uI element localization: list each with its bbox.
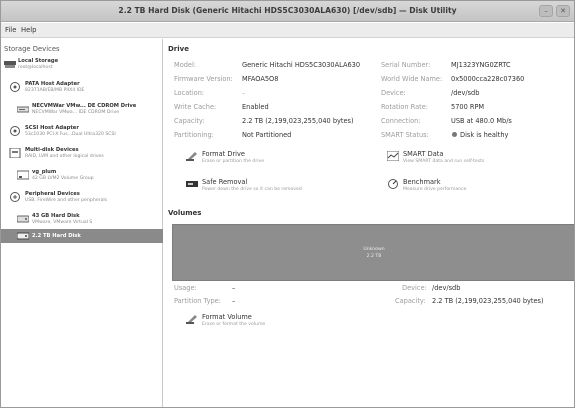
sidebar-item-title: Peripheral Devices xyxy=(25,191,80,197)
format-drive-title: Format Drive xyxy=(202,150,245,158)
device-label: Device: xyxy=(381,89,406,97)
format-volume-icon xyxy=(186,315,197,324)
safe-removal-title: Safe Removal xyxy=(202,178,248,186)
sidebar-item-scsi-adapter[interactable]: SCSI Host Adapter 53c1030 PCI-X Fus...Du… xyxy=(1,124,163,144)
sidebar-item-title: Multi-disk Devices xyxy=(25,147,79,153)
smart-data-title: SMART Data xyxy=(403,150,444,158)
model-label: Model: xyxy=(174,61,197,69)
firmware-value: MFAOA5O8 xyxy=(242,75,279,83)
disk-utility-window: 2.2 TB Hard Disk (Generic Hitachi HDS5C3… xyxy=(0,0,575,408)
hard-disk-icon xyxy=(17,232,29,240)
sidebar-item-title: 2.2 TB Hard Disk xyxy=(32,233,81,239)
smart-data-desc: View SMART data and run self-tests xyxy=(403,159,485,164)
sidebar-item-title: NECVMWar VMw... DE CDROM Drive xyxy=(32,103,137,109)
partitioning-value: Not Partitioned xyxy=(242,131,292,139)
hard-disk-icon xyxy=(17,215,29,223)
minimize-button[interactable]: – xyxy=(539,5,553,17)
server-icon xyxy=(4,61,16,68)
benchmark-desc: Measure drive performance xyxy=(403,187,467,192)
smart-status-value: Disk is healthy xyxy=(460,131,509,139)
usage-value: – xyxy=(232,284,236,292)
volume-capacity-value: 2.2 TB (2,199,023,255,040 bytes) xyxy=(432,297,544,305)
sidebar-item-subtitle: 42 GB LVM2 Volume Group xyxy=(32,176,94,181)
optical-drive-icon xyxy=(17,106,29,113)
write-cache-label: Write Cache: xyxy=(174,103,217,111)
benchmark-icon xyxy=(388,179,398,189)
format-drive-icon xyxy=(186,152,197,161)
sidebar-item-2tb-disk[interactable]: 2.2 TB Hard Disk xyxy=(1,229,163,243)
sidebar-heading: Storage Devices xyxy=(4,45,60,53)
partition-type-label: Partition Type: xyxy=(174,297,221,305)
sidebar-item-vg-plum[interactable]: vg_plum 42 GB LVM2 Volume Group xyxy=(1,168,163,188)
safe-removal-icon xyxy=(186,181,198,187)
location-label: Location: xyxy=(174,89,205,97)
menu-file[interactable]: File xyxy=(5,26,16,34)
sidebar-item-subtitle: VMware, VMware Virtual S xyxy=(32,220,93,225)
safe-removal-desc: Power down the drive so it can be remove… xyxy=(202,187,302,192)
menu-help[interactable]: Help xyxy=(21,26,37,34)
wwn-value: 0x5000cca228c07360 xyxy=(451,75,525,83)
device-value: /dev/sdb xyxy=(451,89,480,97)
drive-details-panel: Drive Model: Generic Hitachi HDS5C3030AL… xyxy=(164,39,574,407)
connection-value: USB at 480.0 Mb/s xyxy=(451,117,512,125)
window-title: 2.2 TB Hard Disk (Generic Hitachi HDS5C3… xyxy=(118,6,457,15)
format-volume-title: Format Volume xyxy=(202,313,252,321)
sidebar-item-pata-adapter[interactable]: PATA Host Adapter 82371AB/EB/MB PIIX4 ID… xyxy=(1,80,163,100)
model-value: Generic Hitachi HDS5C3030ALA630 xyxy=(242,61,361,69)
sidebar-item-subtitle: root@localhost xyxy=(18,65,53,70)
sidebar-item-title: SCSI Host Adapter xyxy=(25,125,79,131)
volume-group-icon xyxy=(17,170,29,180)
partition-type-value: – xyxy=(232,297,236,305)
benchmark-title: Benchmark xyxy=(403,178,441,186)
smart-status-label: SMART Status: xyxy=(381,131,429,139)
format-volume-desc: Erase or format the volume xyxy=(202,322,266,327)
firmware-label: Firmware Version: xyxy=(174,75,233,83)
sidebar-item-peripheral[interactable]: Peripheral Devices USB, FireWire and oth… xyxy=(1,190,163,210)
sidebar-item-local-storage[interactable]: Local Storage root@localhost xyxy=(1,57,163,77)
connection-label: Connection: xyxy=(381,117,421,125)
volumes-section-title: Volumes xyxy=(168,209,202,217)
usage-label: Usage: xyxy=(174,284,197,292)
volume-partition-bar[interactable]: Unknown 2.2 TB xyxy=(172,224,574,281)
smart-data-icon xyxy=(387,151,399,161)
sidebar-item-subtitle: USB, FireWire and other peripherals xyxy=(25,198,108,203)
menu-bar: File Help xyxy=(1,23,574,38)
location-value: – xyxy=(242,89,246,97)
volume-device-value: /dev/sdb xyxy=(432,284,461,292)
sidebar-item-multidisk[interactable]: Multi-disk Devices RAID, LVM and other l… xyxy=(1,146,163,166)
sidebar-item-title: vg_plum xyxy=(32,169,57,175)
volume-device-label: Device: xyxy=(402,284,427,292)
rotation-value: 5700 RPM xyxy=(451,103,485,111)
storage-devices-sidebar: Storage Devices Local Storage root@local… xyxy=(1,39,163,407)
sidebar-item-title: Local Storage xyxy=(18,58,59,64)
serial-label: Serial Number: xyxy=(381,61,431,69)
sidebar-item-subtitle: 82371AB/EB/MB PIIX4 IDE xyxy=(25,88,85,93)
sidebar-item-subtitle: 53c1030 PCI-X Fus...Dual Ultra320 SCSI xyxy=(25,132,116,137)
sidebar-item-title: 43 GB Hard Disk xyxy=(32,213,80,219)
title-bar[interactable]: 2.2 TB Hard Disk (Generic Hitachi HDS5C3… xyxy=(1,1,574,22)
rotation-label: Rotation Rate: xyxy=(381,103,429,111)
drive-section-title: Drive xyxy=(168,45,189,53)
volume-capacity-label: Capacity: xyxy=(395,297,426,305)
capacity-label: Capacity: xyxy=(174,117,205,125)
healthy-status-icon xyxy=(452,132,457,137)
wwn-label: World Wide Name: xyxy=(381,75,443,83)
sidebar-item-title: PATA Host Adapter xyxy=(25,81,80,87)
sidebar-item-subtitle: RAID, LVM and other logical drives xyxy=(25,154,104,159)
peripheral-icon xyxy=(10,192,20,202)
sidebar-item-subtitle: NECVMWar VMwa... IDE CDROM Drive xyxy=(32,110,120,115)
serial-value: MJ1323YNG0ZRTC xyxy=(451,61,511,69)
volume-bar-title: Unknown xyxy=(363,247,385,252)
adapter-icon xyxy=(10,126,20,136)
capacity-value: 2.2 TB (2,199,023,255,040 bytes) xyxy=(242,117,354,125)
sidebar-item-cdrom[interactable]: NECVMWar VMw... DE CDROM Drive NECVMWar … xyxy=(1,102,163,122)
close-button[interactable]: ✕ xyxy=(556,5,570,17)
multidisk-icon xyxy=(9,148,21,158)
format-drive-desc: Erase or partition the drive xyxy=(202,159,265,164)
write-cache-value: Enabled xyxy=(242,103,269,111)
volume-bar-size: 2.2 TB xyxy=(366,254,382,259)
partitioning-label: Partitioning: xyxy=(174,131,214,139)
adapter-icon xyxy=(10,82,20,92)
